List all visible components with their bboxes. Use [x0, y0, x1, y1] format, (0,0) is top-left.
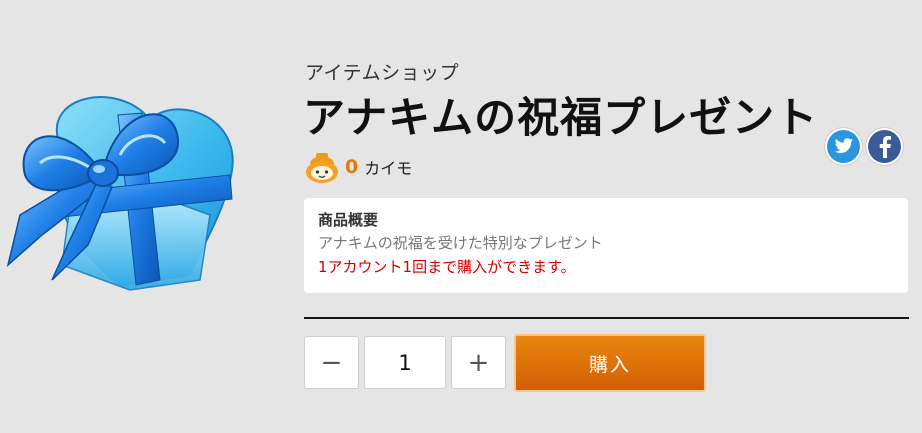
divider [304, 317, 909, 319]
quantity-increase-button[interactable]: + [451, 336, 506, 389]
quantity-decrease-button[interactable]: − [304, 336, 359, 389]
product-overview-box: 商品概要 アナキムの祝福を受けた特別なプレゼント 1アカウント1回まで購入ができ… [304, 198, 908, 293]
product-title: アナキムの祝福プレゼント [303, 93, 819, 142]
category-label: アイテムショップ [305, 62, 460, 84]
facebook-icon [879, 135, 891, 158]
price: 0 カイモ [303, 150, 412, 184]
facebook-share-button[interactable] [866, 128, 903, 165]
twitter-icon [834, 138, 853, 154]
overview-description: アナキムの祝福を受けた特別なプレゼント [318, 234, 603, 252]
product-gift-image [6, 96, 234, 291]
quantity-input[interactable] [364, 336, 446, 389]
purchase-limit-note: 1アカウント1回まで購入ができます。 [318, 258, 576, 276]
twitter-share-button[interactable] [825, 128, 862, 165]
overview-heading: 商品概要 [318, 211, 379, 229]
buy-button[interactable]: 購入 [514, 334, 706, 392]
price-unit: カイモ [364, 159, 413, 178]
price-value: 0 [345, 156, 359, 178]
kaimo-coin-icon [306, 153, 338, 183]
